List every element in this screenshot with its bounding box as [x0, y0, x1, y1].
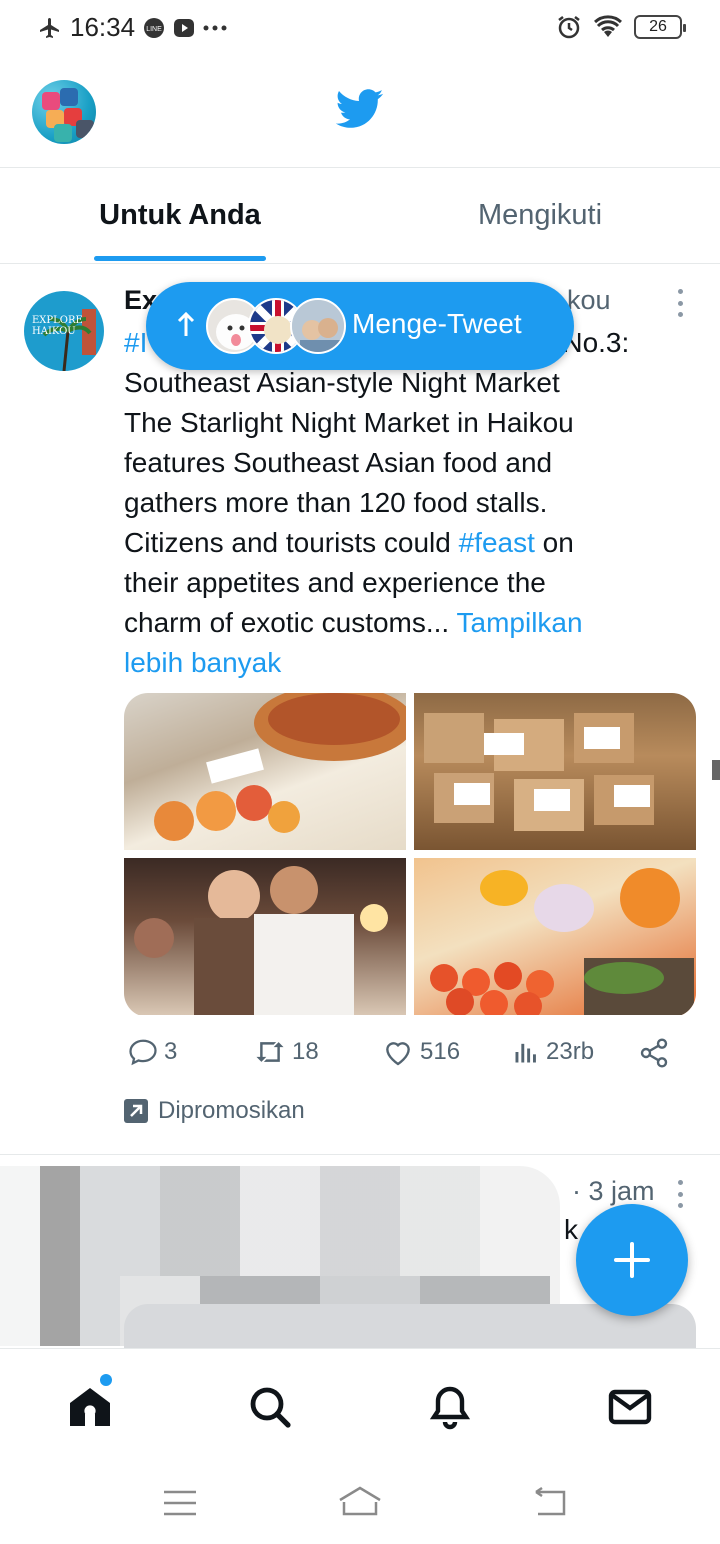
views-count: 23rb — [546, 1038, 595, 1065]
tweet-text-line-4: features Southeast Asian food and — [124, 447, 553, 478]
system-home-icon[interactable] — [336, 1484, 384, 1518]
retweeter-avatar-3 — [290, 298, 346, 354]
timeline-tabs: Untuk Anda Mengikuti — [0, 168, 720, 264]
battery-indicator: 26 — [634, 15, 686, 39]
tweet2-more-icon[interactable] — [676, 1180, 684, 1208]
recent-apps-icon[interactable] — [162, 1488, 198, 1518]
wifi-icon — [594, 15, 622, 37]
arrow-up-icon — [177, 311, 195, 336]
back-icon[interactable] — [530, 1486, 568, 1518]
home-unread-dot — [100, 1374, 112, 1386]
plus-icon-vertical — [630, 1242, 634, 1278]
active-tab-indicator — [94, 256, 266, 261]
tweet-text-line-8: charm of exotic customs... Tampilkan — [124, 603, 684, 643]
tweet2-partial-text: k — [564, 1214, 578, 1245]
views-button[interactable]: 23rb — [512, 1037, 594, 1067]
more-notifications-icon — [203, 25, 227, 30]
twitter-bird-icon — [336, 89, 384, 128]
home-icon[interactable] — [66, 1383, 114, 1431]
retweet-icon — [256, 1042, 284, 1062]
media-photo-2[interactable] — [414, 693, 696, 850]
status-time: 16:34 — [70, 12, 136, 42]
top-header — [0, 58, 720, 168]
like-button[interactable]: 516 — [382, 1037, 460, 1067]
tweet-author-avatar-text: EXPLORE HAIKOU — [32, 315, 83, 337]
promoted-arrow-icon — [124, 1099, 148, 1123]
tweet-text-line-8-a: charm of exotic customs... — [124, 607, 457, 638]
retweet-button[interactable]: 18 — [254, 1037, 319, 1067]
like-count: 516 — [420, 1038, 461, 1065]
status-bar: 16:34 LINE 26 — [0, 0, 720, 58]
messages-envelope-icon[interactable] — [606, 1383, 654, 1431]
media-photo-3[interactable] — [124, 858, 406, 1015]
hashtag-link[interactable]: #I — [124, 327, 147, 358]
tweet-actions: 3 18 516 23rb — [124, 1037, 684, 1077]
promoted-label: Dipromosikan — [158, 1097, 305, 1124]
show-more-link-continued[interactable]: lebih banyak — [124, 643, 684, 683]
heart-icon — [386, 1042, 410, 1066]
new-tweets-label: Menge-Tweet — [352, 308, 522, 339]
search-icon[interactable] — [246, 1383, 294, 1431]
line-app-icon: LINE — [144, 17, 165, 38]
scroll-indicator[interactable] — [712, 760, 720, 780]
share-button[interactable] — [638, 1037, 670, 1069]
media-photo-4[interactable] — [414, 858, 696, 1015]
tweet-text-line-7: their appetites and experience the — [124, 567, 546, 598]
tweet-text: #I n No.3: Southeast Asian-style Night Ma… — [124, 323, 684, 683]
tweet-more-icon[interactable] — [676, 289, 684, 317]
tab-following[interactable]: Mengikuti — [360, 168, 720, 263]
system-navigation-bar — [0, 1462, 720, 1544]
alarm-icon — [558, 16, 580, 39]
hashtag-feast-link[interactable]: #feast — [459, 527, 535, 558]
tweet-author-avatar[interactable]: EXPLORE HAIKOU — [24, 291, 104, 371]
retweet-count: 18 — [292, 1038, 319, 1065]
tweet-author-handle: kou — [567, 285, 611, 315]
media-photo-1[interactable] — [124, 693, 406, 850]
show-more-link[interactable]: Tampilkan — [457, 607, 583, 638]
tweet-text-line-6-a: Citizens and tourists could — [124, 527, 459, 558]
new-tweets-pill[interactable]: Menge-Tweet — [146, 282, 574, 370]
tweet-text-line-6: Citizens and tourists could #feast on — [124, 523, 684, 563]
promoted-indicator: Dipromosikan — [124, 1097, 305, 1125]
reply-icon — [129, 1039, 157, 1066]
screen: 16:34 LINE 26 Untuk Anda Mengikuti EXPLO… — [0, 0, 720, 1544]
views-chart-icon — [515, 1043, 536, 1063]
profile-avatar[interactable] — [32, 80, 96, 144]
tweet-text-line-3: The Starlight Night Market in Haikou — [124, 407, 574, 438]
youtube-icon — [174, 18, 195, 37]
tab-for-you[interactable]: Untuk Anda — [0, 168, 360, 263]
status-left: 16:34 LINE — [38, 12, 227, 43]
compose-tweet-button[interactable] — [576, 1204, 688, 1316]
share-icon — [640, 1038, 668, 1068]
tweet2-timestamp: · 3 jam — [572, 1176, 655, 1206]
status-right: 26 — [556, 14, 686, 40]
reply-button[interactable]: 3 — [128, 1037, 177, 1067]
tweet-media-grid — [124, 693, 696, 1017]
bottom-navigation — [0, 1348, 720, 1462]
tab-following-label: Mengikuti — [477, 199, 603, 231]
airplane-icon — [40, 17, 59, 38]
tweet-text-line-6-b: on — [534, 527, 574, 558]
tab-for-you-label: Untuk Anda — [99, 199, 261, 231]
tweet-card[interactable]: EXPLORE HAIKOU Ex kou #I n No.3: Southeas… — [0, 265, 720, 1155]
svg-text:LINE: LINE — [146, 26, 162, 33]
notifications-bell-icon[interactable] — [426, 1383, 474, 1431]
tweet-text-line-5: gathers more than 120 food stalls. — [124, 487, 548, 518]
reply-count: 3 — [164, 1038, 178, 1065]
